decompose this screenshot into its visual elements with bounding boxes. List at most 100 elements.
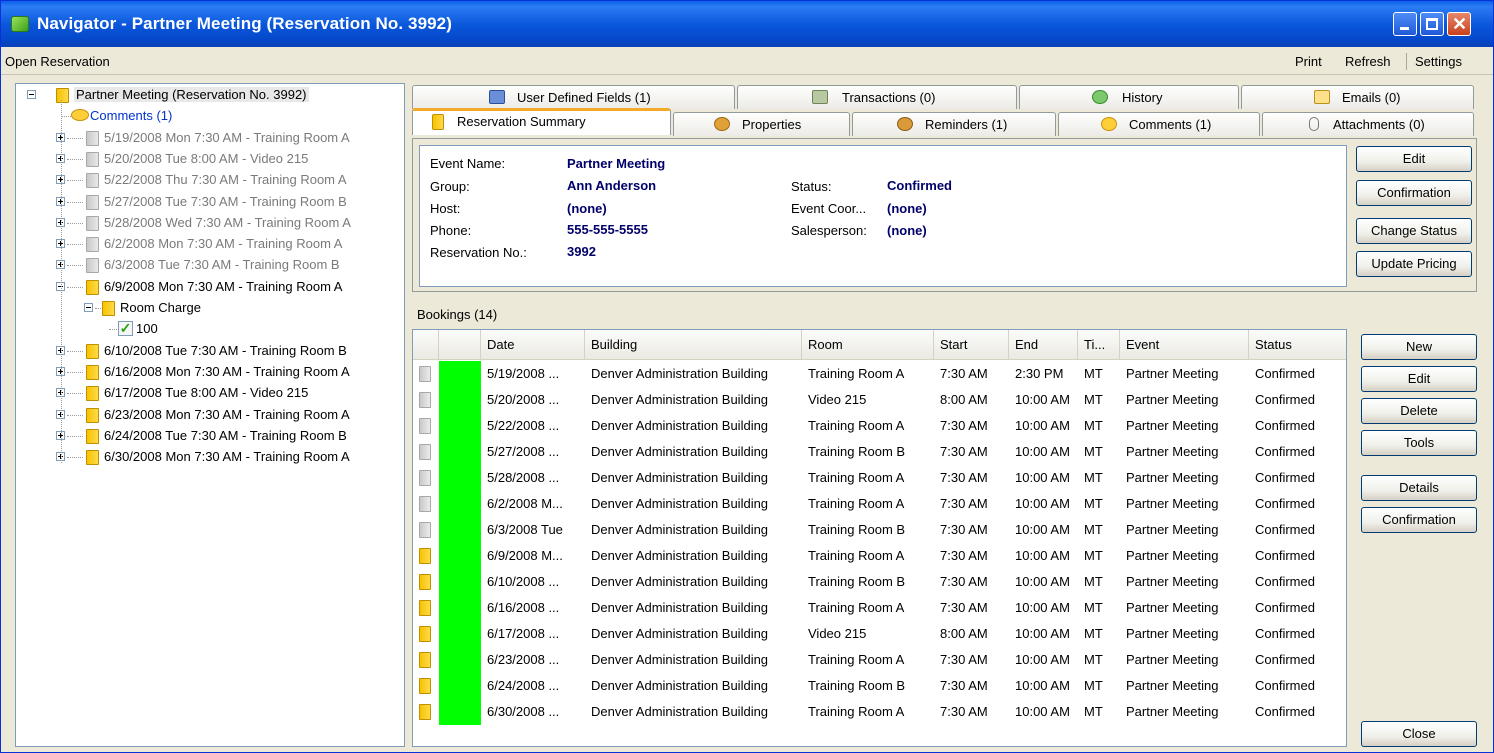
tree-node-label: 5/22/2008 Thu 7:30 AM - Training Room A	[104, 172, 347, 187]
column-header[interactable]: Start	[934, 330, 1009, 360]
tree-booking-item[interactable]: 5/27/2008 Tue 7:30 AM - Training Room B	[16, 192, 404, 213]
booking-cell: 6/16/2008 ...	[487, 600, 560, 615]
booking-row[interactable]: 6/17/2008 ... Denver Administration Build…	[413, 621, 1346, 647]
tab-label: Properties	[742, 117, 802, 132]
booking-row[interactable]: 6/30/2008 ... Denver Administration Build…	[413, 699, 1346, 725]
collapse-icon[interactable]	[27, 90, 36, 99]
tab-reservation-summary[interactable]: Reservation Summary	[412, 108, 671, 135]
tools-button[interactable]: Tools	[1361, 430, 1477, 456]
tree-booking-item[interactable]: 6/16/2008 Mon 7:30 AM - Training Room A	[16, 362, 404, 383]
booking-cell: Partner Meeting	[1126, 652, 1219, 667]
booking-row[interactable]: 6/9/2008 M... Denver Administration Build…	[413, 543, 1346, 569]
column-header[interactable]: Date	[481, 330, 585, 360]
tree-node-label: 6/30/2008 Mon 7:30 AM - Training Room A	[104, 449, 350, 464]
delete-booking-button[interactable]: Delete	[1361, 398, 1477, 424]
tree-line	[67, 457, 83, 458]
tree-charge-item[interactable]: ✓ 100	[16, 319, 404, 340]
tab-transactions[interactable]: Transactions (0)	[737, 85, 1017, 109]
column-header[interactable]: Building	[585, 330, 802, 360]
booking-cell: Denver Administration Building	[591, 470, 769, 485]
booking-icon	[419, 704, 431, 720]
minimize-button[interactable]	[1393, 12, 1417, 36]
new-booking-button[interactable]: New	[1361, 334, 1477, 360]
booking-icon	[419, 366, 431, 382]
edit-summary-button[interactable]: Edit	[1356, 146, 1472, 172]
tree-booking-item[interactable]: 6/2/2008 Mon 7:30 AM - Training Room A	[16, 234, 404, 255]
booking-cell: 7:30 AM	[940, 600, 988, 615]
close-button[interactable]: Close	[1361, 721, 1477, 747]
tab-comments[interactable]: Comments (1)	[1058, 112, 1260, 136]
folder-icon	[432, 114, 444, 130]
details-button[interactable]: Details	[1361, 475, 1477, 501]
booking-row[interactable]: 6/2/2008 M... Denver Administration Build…	[413, 491, 1346, 517]
tree-comments[interactable]: Comments (1)	[16, 106, 404, 127]
booking-cell: Video 215	[808, 626, 867, 641]
booking-row[interactable]: 6/24/2008 ... Denver Administration Build…	[413, 673, 1346, 699]
change-status-button[interactable]: Change Status	[1356, 218, 1472, 244]
collapse-icon[interactable]	[84, 303, 93, 312]
column-header[interactable]: Status	[1249, 330, 1346, 360]
summary-fields: Event Name: Partner Meeting Group: Ann A…	[419, 145, 1347, 287]
tab-attachments[interactable]: Attachments (0)	[1262, 112, 1474, 136]
tree-booking-item[interactable]: 6/10/2008 Tue 7:30 AM - Training Room B	[16, 341, 404, 362]
bookings-grid[interactable]: Date Building Room Start End Ti... Event Status…	[412, 329, 1347, 747]
reservation-tree[interactable]: Partner Meeting (Reservation No. 3992) Co…	[15, 83, 405, 747]
tree-booking-item[interactable]: 5/20/2008 Tue 8:00 AM - Video 215	[16, 149, 404, 170]
booking-icon	[86, 237, 99, 252]
booking-row[interactable]: 6/10/2008 ... Denver Administration Build…	[413, 569, 1346, 595]
refresh-menu[interactable]: Refresh	[1345, 54, 1391, 69]
confirmation-booking-button[interactable]: Confirmation	[1361, 507, 1477, 533]
booking-cell: Denver Administration Building	[591, 600, 769, 615]
open-reservation-menu[interactable]: Open Reservation	[5, 54, 110, 69]
booking-cell: 6/10/2008 ...	[487, 574, 560, 589]
booking-row[interactable]: 5/20/2008 ... Denver Administration Build…	[413, 387, 1346, 413]
booking-row[interactable]: 5/28/2008 ... Denver Administration Build…	[413, 465, 1346, 491]
booking-row[interactable]: 5/27/2008 ... Denver Administration Build…	[413, 439, 1346, 465]
booking-row[interactable]: 6/3/2008 Tue Denver Administration Buildi…	[413, 517, 1346, 543]
tree-booking-item[interactable]: 6/17/2008 Tue 8:00 AM - Video 215	[16, 383, 404, 404]
booking-row[interactable]: 6/23/2008 ... Denver Administration Build…	[413, 647, 1346, 673]
tab-reminders[interactable]: Reminders (1)	[852, 112, 1056, 136]
tree-booking-item[interactable]: 5/22/2008 Thu 7:30 AM - Training Room A	[16, 170, 404, 191]
bookings-header: Date Building Room Start End Ti... Event Status	[413, 330, 1346, 360]
column-header[interactable]: Event	[1120, 330, 1249, 360]
edit-booking-button[interactable]: Edit	[1361, 366, 1477, 392]
close-window-button[interactable]: ✕	[1447, 12, 1471, 36]
column-header[interactable]: Ti...	[1078, 330, 1120, 360]
tree-booking-item[interactable]: 6/9/2008 Mon 7:30 AM - Training Room A	[16, 277, 404, 298]
tree-booking-item[interactable]: 5/19/2008 Mon 7:30 AM - Training Room A	[16, 128, 404, 149]
booking-cell: Denver Administration Building	[591, 704, 769, 719]
booking-cell: Denver Administration Building	[591, 418, 769, 433]
booking-row[interactable]: 5/22/2008 ... Denver Administration Build…	[413, 413, 1346, 439]
booking-icon	[86, 450, 99, 465]
tab-user-defined-fields[interactable]: User Defined Fields (1)	[412, 85, 735, 109]
event-name-label: Event Name:	[430, 156, 506, 171]
tree-booking-item[interactable]: 5/28/2008 Wed 7:30 AM - Training Room A	[16, 213, 404, 234]
column-header[interactable]: End	[1009, 330, 1078, 360]
booking-cell: 10:00 AM	[1015, 600, 1070, 615]
booking-row[interactable]: 6/16/2008 ... Denver Administration Build…	[413, 595, 1346, 621]
phone-value: 555-555-5555	[567, 222, 648, 237]
maximize-button[interactable]	[1420, 12, 1444, 36]
tree-root[interactable]: Partner Meeting (Reservation No. 3992)	[16, 85, 404, 106]
booking-cell: 6/24/2008 ...	[487, 678, 560, 693]
print-menu[interactable]: Print	[1295, 54, 1322, 69]
tree-booking-item[interactable]: 6/3/2008 Tue 7:30 AM - Training Room B	[16, 255, 404, 276]
tree-line	[95, 308, 101, 309]
column-header-blank	[413, 330, 439, 360]
tab-emails[interactable]: Emails (0)	[1241, 85, 1474, 109]
booking-icon	[419, 418, 431, 434]
confirmation-summary-button[interactable]: Confirmation	[1356, 180, 1472, 206]
tree-booking-item[interactable]: 6/23/2008 Mon 7:30 AM - Training Room A	[16, 405, 404, 426]
booking-row[interactable]: 5/19/2008 ... Denver Administration Build…	[413, 361, 1346, 387]
tab-properties[interactable]: Properties	[673, 112, 850, 136]
tree-booking-item[interactable]: 6/24/2008 Tue 7:30 AM - Training Room B	[16, 426, 404, 447]
tab-history[interactable]: History	[1019, 85, 1239, 109]
column-header[interactable]: Room	[802, 330, 934, 360]
title-bar[interactable]: Navigator - Partner Meeting (Reservation…	[1, 1, 1493, 47]
tree-room-charge[interactable]: Room Charge	[16, 298, 404, 319]
booking-cell: Partner Meeting	[1126, 418, 1219, 433]
tree-booking-item[interactable]: 6/30/2008 Mon 7:30 AM - Training Room A	[16, 447, 404, 468]
settings-menu[interactable]: Settings	[1415, 54, 1462, 69]
update-pricing-button[interactable]: Update Pricing	[1356, 251, 1472, 277]
